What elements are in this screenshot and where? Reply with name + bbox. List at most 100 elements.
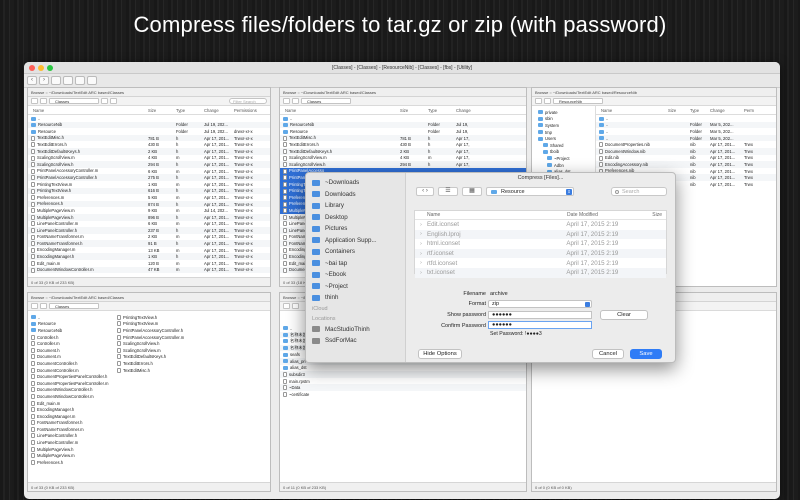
- col-type[interactable]: Type: [690, 108, 710, 113]
- col-type[interactable]: Type: [428, 108, 456, 113]
- table-row[interactable]: Edit.nib nib Apr 17, 201... Trwx: [596, 155, 776, 162]
- list-view-icon[interactable]: [101, 98, 108, 104]
- list-item[interactable]: LinePanelController.h: [28, 433, 114, 440]
- sheet-search-input[interactable]: Search: [611, 186, 667, 196]
- list-item[interactable]: DocumentController.m: [28, 367, 114, 374]
- list-item[interactable]: main.rpstm: [280, 378, 526, 385]
- tree-item[interactable]: Shared: [532, 142, 595, 149]
- list-item[interactable]: Controller.m: [28, 340, 114, 347]
- col-date[interactable]: Date Modified: [567, 212, 631, 218]
- table-row[interactable]: .. Folder Mar 5, 202...: [596, 128, 776, 135]
- col-change[interactable]: Change: [204, 108, 234, 113]
- password-field[interactable]: ●●●●●●: [488, 311, 592, 319]
- forward-icon[interactable]: [292, 98, 299, 104]
- table-row[interactable]: LinePanelController.m 6 KB m Apr 17, 201...…: [28, 221, 270, 228]
- folder-icon[interactable]: [51, 76, 61, 85]
- table-row[interactable]: MultiplePageView.h 896 B h Apr 17, 201... Tr…: [28, 213, 270, 221]
- list-item[interactable]: ~Data: [280, 384, 526, 391]
- list-item[interactable]: ScalingScrollView.m: [114, 347, 234, 354]
- list-item[interactable]: ScalingScrollView.h: [114, 340, 234, 347]
- table-row[interactable]: PrintingTextView.m 1 KB m Apr 17, 201... Trw…: [28, 181, 270, 188]
- list-item[interactable]: Controller.h: [28, 334, 114, 341]
- table-row[interactable]: EncodingAccessory.nib nib Apr 17, 201... Tr…: [596, 161, 776, 168]
- table-row[interactable]: .. Folder Mar 5, 202...: [596, 121, 776, 129]
- location-popup[interactable]: Resource ⇕: [486, 186, 574, 196]
- list-item[interactable]: DocumentController.h: [28, 360, 114, 367]
- forward-icon[interactable]: [40, 98, 47, 104]
- table-row[interactable]: MultiplePageView.m 9 KB m Jul 14, 202... Trw…: [28, 207, 270, 214]
- back-icon[interactable]: [31, 98, 38, 104]
- breadcrumb[interactable]: ResourceNib: [553, 98, 603, 104]
- col-size[interactable]: Size: [148, 108, 176, 113]
- col-name[interactable]: Name: [596, 108, 668, 113]
- col-change[interactable]: Change: [456, 108, 486, 113]
- list-item[interactable]: Document.m: [28, 354, 114, 361]
- list-item[interactable]: EncodingManager.h: [28, 406, 114, 413]
- list-item[interactable]: PrintPanelAccessoryController.h: [114, 327, 234, 334]
- tree-item[interactable]: Users: [532, 135, 595, 142]
- sheet-file-row[interactable]: › html.iconset April 17, 2015 2:19: [415, 239, 666, 249]
- list-item[interactable]: DocumentWindowController.m: [28, 393, 114, 400]
- list-item[interactable]: Resource: [28, 321, 114, 328]
- grid-view-icon[interactable]: ▦: [462, 186, 482, 196]
- list-item[interactable]: DocumentPropertiesPanelController.m: [28, 380, 114, 387]
- col-type[interactable]: Type: [176, 108, 204, 113]
- back-forward-buttons[interactable]: ‹ ›: [416, 186, 434, 196]
- col-name[interactable]: Name: [280, 108, 400, 113]
- back-icon[interactable]: [31, 303, 38, 309]
- list-item[interactable]: ..: [28, 314, 114, 321]
- list-item[interactable]: PrintingTextView.h: [114, 314, 234, 321]
- list-item[interactable]: TextEditErrors.h: [114, 360, 234, 367]
- grid-icon[interactable]: [63, 76, 73, 85]
- col-size[interactable]: Size: [631, 212, 666, 218]
- filter-search-input[interactable]: Filter Search: [229, 98, 267, 104]
- col-size[interactable]: Size: [400, 108, 428, 113]
- col-change[interactable]: Change: [710, 108, 744, 113]
- sidebar-item[interactable]: Library: [306, 200, 405, 212]
- list-item[interactable]: MultiplePageView.m: [28, 452, 114, 459]
- filename-value[interactable]: archive: [490, 291, 508, 297]
- table-row[interactable]: ..: [28, 115, 270, 122]
- list-item[interactable]: PrintPanelAccessoryController.m: [114, 334, 234, 341]
- table-row[interactable]: DocumentWindowController.m 47 KB m Apr 17, …: [28, 266, 270, 274]
- cancel-button[interactable]: Cancel: [592, 349, 624, 359]
- tree-item[interactable]: ~Project: [532, 155, 595, 162]
- tree-item[interactable]: tmp: [532, 129, 595, 136]
- table-row[interactable]: ScalingScrollView.m 4 KB m Apr 17, 201... Tr…: [28, 155, 270, 162]
- forward-icon[interactable]: [544, 98, 551, 104]
- table-row[interactable]: PrintingTextView.h 616 B h Apr 17, 201... Tr…: [28, 187, 270, 195]
- sidebar-item[interactable]: ~bai tap: [306, 258, 405, 270]
- sheet-file-row[interactable]: › Edit.iconset April 17, 2015 2:19: [415, 220, 666, 230]
- chevron-right-icon[interactable]: ›: [415, 270, 427, 276]
- location-item[interactable]: MacStudioThinh: [306, 324, 405, 336]
- sidebar-item[interactable]: ~Downloads: [306, 177, 405, 189]
- table-row[interactable]: FontNameTransformer.h 91 B h Apr 17, 201...…: [28, 240, 270, 247]
- sidebar-item[interactable]: Containers: [306, 246, 405, 258]
- table-row[interactable]: DocumentWindow.nib nib Apr 17, 201... Trwx: [596, 147, 776, 155]
- chevron-right-icon[interactable]: ›: [415, 222, 427, 228]
- list-item[interactable]: Edit_main.m: [28, 400, 114, 407]
- tree-item[interactable]: System: [532, 122, 595, 129]
- list-item[interactable]: alias_dst: [280, 365, 526, 372]
- sidebar-item[interactable]: Desktop: [306, 212, 405, 224]
- list-item[interactable]: Preferences.h: [28, 459, 114, 466]
- chevron-right-icon[interactable]: ›: [415, 251, 427, 257]
- format-select[interactable]: zip: [488, 300, 592, 308]
- sheet-file-row[interactable]: › rtf.iconset April 17, 2015 2:19: [415, 248, 666, 259]
- table-row[interactable]: Edit_main.m 120 B m Apr 17, 201... Trwxr-xr-…: [28, 260, 270, 267]
- sidebar-item[interactable]: Pictures: [306, 223, 405, 235]
- chevron-right-icon[interactable]: ›: [415, 260, 427, 266]
- table-row[interactable]: Resource Folder Jul 19,: [280, 128, 526, 135]
- chevron-right-icon[interactable]: ›: [415, 241, 427, 247]
- sidebar-item[interactable]: thinh: [306, 292, 405, 304]
- table-row[interactable]: ScalingScrollView.h 294 B h Apr 17,: [280, 161, 526, 168]
- table-row[interactable]: TextEditMisc.h 781 B h Apr 17, 201... Trwxr-…: [28, 134, 270, 142]
- location-item[interactable]: SsdForMac: [306, 335, 405, 347]
- list-item[interactable]: PrintingTextView.m: [114, 321, 234, 328]
- table-row[interactable]: ScalingScrollView.m 4 KB m Apr 17,: [280, 155, 526, 162]
- sidebar-item[interactable]: Downloads: [306, 189, 405, 201]
- list-item[interactable]: DocumentPropertiesPanelController.h: [28, 373, 114, 380]
- list-item[interactable]: DocumentWindowController.h: [28, 387, 114, 394]
- list-item[interactable]: MultiplePageView.h: [28, 446, 114, 453]
- chevron-right-icon[interactable]: ›: [415, 231, 427, 237]
